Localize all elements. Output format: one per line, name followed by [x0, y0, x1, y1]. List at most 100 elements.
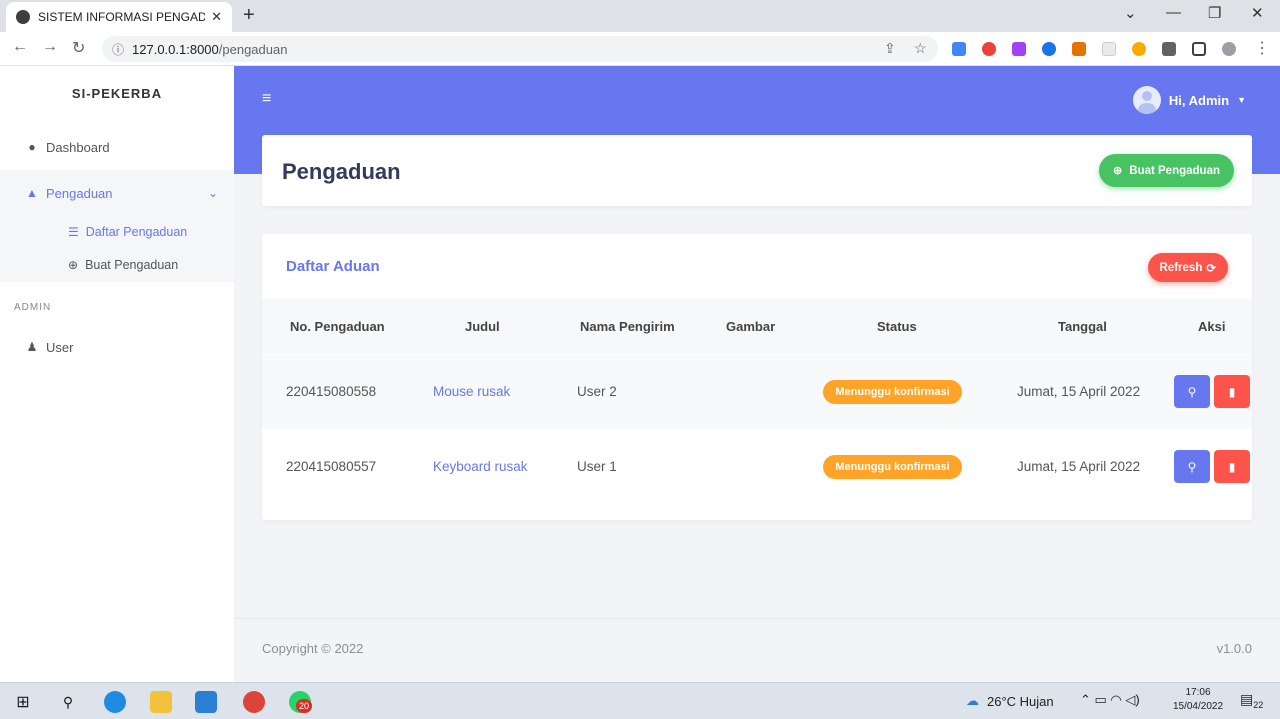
- browser-toolbar: ← → ↻ ⓘ 127.0.0.1:8000/pengaduan ⇪ ☆ ⋮: [0, 32, 1280, 66]
- complaint-list-card: Daftar Aduan Refresh ⟳ No. Pengaduan Jud…: [262, 234, 1252, 520]
- plus-circle-icon: ⊕: [68, 258, 79, 272]
- extension-icon[interactable]: [1132, 42, 1146, 56]
- sidebar-item-label: Dashboard: [46, 139, 110, 155]
- cell-no: 220415080557: [286, 459, 377, 474]
- globe-icon: [16, 10, 30, 24]
- table-row: 220415080558 Mouse rusak User 2 Menunggu…: [262, 355, 1252, 429]
- avatar: [1132, 86, 1161, 114]
- sidebar-item-user[interactable]: ♟ User: [0, 332, 234, 362]
- column-header-pengirim: Nama Pengirim: [580, 319, 675, 334]
- new-tab-button[interactable]: +: [243, 4, 255, 27]
- view-button[interactable]: ⚲: [1174, 375, 1210, 408]
- clock-time: 17:06: [1185, 687, 1211, 698]
- system-tray-icons[interactable]: ⌃ ▭ ◠ ◁): [1080, 692, 1140, 708]
- table-header: No. Pengaduan Judul Nama Pengirim Gambar…: [262, 299, 1252, 354]
- forward-icon[interactable]: →: [42, 38, 58, 56]
- url-path: /pengaduan: [218, 41, 288, 57]
- file-explorer-icon[interactable]: [150, 691, 172, 713]
- user-greeting: Hi, Admin: [1168, 92, 1230, 108]
- tab-title: SISTEM INFORMASI PENGADUAN: [38, 10, 206, 24]
- edge-browser-icon[interactable]: [104, 691, 126, 713]
- trash-icon: ▮: [1228, 384, 1236, 399]
- extension-icon[interactable]: [952, 42, 966, 56]
- whatsapp-unread-badge: 20: [296, 699, 312, 713]
- reload-icon[interactable]: ↻: [72, 38, 85, 58]
- browser-tab[interactable]: SISTEM INFORMASI PENGADUAN ✕: [6, 2, 232, 32]
- column-header-tanggal: Tanggal: [1058, 319, 1107, 334]
- minimize-button[interactable]: —: [1166, 4, 1181, 21]
- chevron-down-icon: ⌄: [207, 186, 218, 200]
- view-button[interactable]: ⚲: [1174, 450, 1210, 483]
- create-complaint-button[interactable]: ⊕ Buat Pengaduan: [1099, 154, 1234, 187]
- sidebar-subitem-label: Buat Pengaduan: [85, 258, 179, 272]
- status-badge: Menunggu konfirmasi: [823, 455, 962, 479]
- sidebar-subitem-daftar-pengaduan[interactable]: ☰ Daftar Pengaduan: [68, 225, 187, 239]
- sidebar-item-dashboard[interactable]: ● Dashboard: [0, 124, 234, 170]
- refresh-icon: ⟳: [1206, 262, 1216, 275]
- side-panel-icon[interactable]: [1192, 42, 1206, 56]
- windows-start-icon[interactable]: ⊞: [12, 691, 34, 713]
- share-icon[interactable]: ⇪: [884, 40, 896, 57]
- status-badge: Menunggu konfirmasi: [823, 380, 962, 404]
- system-clock[interactable]: 17:06 15/04/2022: [1170, 686, 1226, 714]
- extension-icon[interactable]: [1042, 42, 1056, 56]
- page-footer: Copyright © 2022 v1.0.0: [234, 618, 1280, 682]
- extension-icon[interactable]: [1012, 42, 1026, 56]
- table-row: 220415080557 Keyboard rusak User 1 Menun…: [262, 430, 1252, 504]
- extension-icon[interactable]: [1102, 42, 1116, 56]
- column-header-no: No. Pengaduan: [290, 319, 385, 334]
- info-icon[interactable]: ⓘ: [112, 41, 124, 58]
- button-label: Buat Pengaduan: [1129, 164, 1220, 177]
- user-dropdown[interactable]: Hi, Admin ▼: [1132, 86, 1246, 114]
- back-icon[interactable]: ←: [12, 38, 28, 56]
- cell-pengirim: User 1: [577, 459, 617, 474]
- plus-circle-icon: ⊕: [1113, 165, 1123, 177]
- notification-center-icon[interactable]: ▤22: [1240, 691, 1263, 710]
- page-header-card: Pengaduan ⊕ Buat Pengaduan: [262, 135, 1252, 206]
- refresh-button[interactable]: Refresh ⟳: [1147, 253, 1228, 282]
- puzzle-icon[interactable]: [1162, 42, 1176, 56]
- weather-text: 26°C Hujan: [987, 693, 1054, 709]
- copyright-text: Copyright © 2022: [262, 641, 364, 656]
- bookmark-star-icon[interactable]: ☆: [914, 40, 927, 57]
- column-header-aksi: Aksi: [1198, 319, 1226, 334]
- section-label-admin: ADMIN: [14, 302, 52, 313]
- trash-icon: ▮: [1228, 459, 1236, 474]
- cell-tanggal: Jumat, 15 April 2022: [1017, 459, 1141, 474]
- address-bar[interactable]: ⓘ 127.0.0.1:8000/pengaduan ⇪ ☆: [102, 36, 938, 62]
- search-icon: ⚲: [1187, 459, 1197, 474]
- list-icon: ☰: [68, 225, 79, 239]
- close-window-button[interactable]: ✕: [1251, 4, 1264, 22]
- cell-judul-link[interactable]: Mouse rusak: [433, 384, 510, 399]
- tab-search-icon[interactable]: ⌄: [1124, 4, 1137, 22]
- sidebar-subitem-buat-pengaduan[interactable]: ⊕ Buat Pengaduan: [68, 258, 178, 272]
- maximize-button[interactable]: ❐: [1208, 4, 1221, 22]
- sidebar-item-pengaduan[interactable]: ▲ Pengaduan ⌄: [0, 170, 234, 216]
- search-icon[interactable]: ⚲: [57, 691, 79, 713]
- cell-pengirim: User 2: [577, 384, 617, 399]
- profile-icon[interactable]: [1222, 42, 1236, 56]
- brand-logo[interactable]: SI-PEKERBA: [0, 86, 234, 101]
- extension-icon[interactable]: [982, 42, 996, 56]
- vscode-icon[interactable]: [195, 691, 217, 713]
- delete-button[interactable]: ▮: [1214, 375, 1250, 408]
- cell-judul-link[interactable]: Keyboard rusak: [433, 459, 528, 474]
- weather-widget[interactable]: ☁ 26°C Hujan: [966, 693, 1054, 709]
- windows-taskbar: ⊞ ⚲ 20 ☁ 26°C Hujan ⌃ ▭ ◠ ◁) 17:06 15/04…: [0, 682, 1280, 719]
- url-host: 127.0.0.1:8000: [132, 41, 219, 57]
- sidebar: SI-PEKERBA ● Dashboard ▲ Pengaduan ⌄ ☰ D…: [0, 66, 234, 682]
- delete-button[interactable]: ▮: [1214, 450, 1250, 483]
- extension-icon[interactable]: [1072, 42, 1086, 56]
- cell-tanggal: Jumat, 15 April 2022: [1017, 384, 1141, 399]
- sidebar-subitem-label: Daftar Pengaduan: [85, 225, 188, 239]
- list-title: Daftar Aduan: [286, 258, 380, 275]
- menu-dots-icon[interactable]: ⋮: [1254, 38, 1270, 58]
- button-label: Refresh: [1159, 261, 1203, 274]
- close-tab-icon[interactable]: ✕: [211, 9, 222, 25]
- caret-down-icon: ▼: [1237, 95, 1246, 105]
- rain-cloud-icon: ☁: [966, 693, 979, 708]
- column-header-judul: Judul: [465, 319, 500, 334]
- notification-count: 22: [1253, 699, 1264, 710]
- hamburger-menu-icon[interactable]: ≡: [262, 90, 271, 108]
- chrome-icon[interactable]: [243, 691, 265, 713]
